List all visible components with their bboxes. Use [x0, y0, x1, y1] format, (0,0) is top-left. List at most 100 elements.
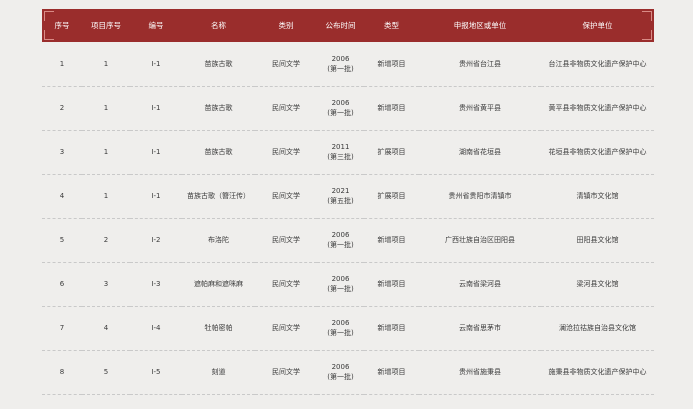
cell-region: 湖南省花垣县	[459, 148, 501, 156]
header-category: 类别	[278, 21, 294, 30]
cell-seq: 7	[59, 324, 65, 332]
cell-region: 贵州省黄平县	[459, 104, 501, 112]
cell-name: 刻道	[211, 368, 226, 376]
publish-year: 2011	[331, 143, 350, 151]
cell-seq: 2	[59, 104, 65, 112]
cell-protector: 田阳县文化馆	[576, 236, 619, 244]
cell-code: Ⅰ-3	[151, 280, 161, 288]
header-name: 名称	[211, 21, 226, 30]
cell-publish-time: 2011 (第三批)	[317, 130, 364, 174]
corner-ornament	[44, 11, 54, 21]
cell-project-seq: 1	[103, 59, 109, 68]
cell-project-seq: 3	[103, 280, 109, 288]
cell-region: 贵州省贵阳市清镇市	[448, 192, 512, 200]
cell-project-seq: 1	[103, 192, 109, 200]
publish-batch: (第一批)	[327, 373, 354, 381]
cell-code: Ⅰ-1	[151, 192, 161, 200]
table-row: 7 4 Ⅰ-4 牡帕密帕 民间文学 2006 (第一批) 新增项目 云南省思茅市 澜沧拉祜族自治县…	[42, 306, 654, 350]
cell-publish-time: 2006 (第一批)	[317, 306, 364, 350]
cell-name: 牡帕密帕	[204, 324, 233, 332]
cell-protector: 台江县非物质文化遗产保护中心	[548, 59, 647, 68]
cell-code: Ⅰ-1	[151, 59, 161, 68]
publish-batch: (第一批)	[327, 285, 354, 293]
cell-publish-time: 2006 (第一批)	[317, 262, 364, 306]
header-type: 类型	[384, 21, 399, 30]
header-project-seq: 项目序号	[91, 21, 121, 30]
cell-publish-time: 2021 (第五批)	[317, 174, 364, 218]
header-publish-time: 公布时间	[325, 21, 356, 30]
cell-code: Ⅰ-1	[151, 148, 161, 156]
cell-project-seq: 1	[103, 148, 109, 156]
cell-seq: 8	[59, 368, 65, 376]
cell-category: 民间文学	[272, 59, 300, 68]
cell-type: 扩展项目	[377, 192, 406, 200]
heritage-table: 序号 项目序号 编号 名称 类别 公布时间 类型 申报地区或单位 保护单位 1 1…	[42, 9, 654, 395]
header-protector: 保护单位	[541, 9, 654, 42]
cell-category: 民间文学	[272, 104, 300, 112]
cell-publish-time: 2006 (第一批)	[317, 350, 364, 394]
table-row: 4 1 Ⅰ-1 苗族古歌（簪汪传） 民间文学 2021 (第五批) 扩展项目 贵州省贵阳市清镇市…	[42, 174, 654, 218]
cell-type: 新增项目	[377, 368, 406, 376]
cell-type: 新增项目	[377, 324, 406, 332]
cell-project-seq: 5	[103, 368, 109, 376]
publish-batch: (第五批)	[327, 197, 354, 205]
cell-name: 苗族古歌（簪汪传）	[187, 192, 250, 200]
cell-name: 苗族古歌	[204, 148, 233, 156]
table-row: 8 5 Ⅰ-5 刻道 民间文学 2006 (第一批) 新增项目 贵州省施秉县 施秉县非物质文化遗产…	[42, 350, 654, 394]
cell-project-seq: 4	[103, 324, 109, 332]
cell-category: 民间文学	[272, 236, 300, 244]
corner-ornament	[642, 30, 652, 40]
publish-year: 2006	[331, 99, 350, 107]
corner-ornament	[642, 11, 652, 21]
publish-year: 2006	[331, 54, 350, 63]
cell-publish-time: 2006 (第一批)	[317, 42, 364, 86]
table-row: 5 2 Ⅰ-2 布洛陀 民间文学 2006 (第一批) 新增项目 广西壮族自治区田阳县 田阳县文化…	[42, 218, 654, 262]
publish-year: 2006	[331, 231, 350, 239]
table-header-row: 序号 项目序号 编号 名称 类别 公布时间 类型 申报地区或单位 保护单位	[42, 9, 654, 42]
cell-region: 贵州省台江县	[459, 59, 501, 68]
publish-batch: (第一批)	[327, 64, 354, 73]
corner-ornament	[44, 30, 54, 40]
cell-code: Ⅰ-1	[151, 104, 161, 112]
table-row: 3 1 Ⅰ-1 苗族古歌 民间文学 2011 (第三批) 扩展项目 湖南省花垣县 花垣县非物质文化…	[42, 130, 654, 174]
cell-protector: 澜沧拉祜族自治县文化馆	[559, 324, 636, 332]
cell-region: 广西壮族自治区田阳县	[445, 236, 515, 244]
cell-type: 新增项目	[377, 280, 406, 288]
publish-batch: (第一批)	[327, 109, 354, 117]
cell-category: 民间文学	[272, 280, 300, 288]
table-row: 2 1 Ⅰ-1 苗族古歌 民间文学 2006 (第一批) 新增项目 贵州省黄平县 黄平县非物质文化…	[42, 86, 654, 130]
cell-protector: 清镇市文化馆	[576, 192, 619, 200]
cell-category: 民间文学	[272, 192, 300, 200]
cell-seq: 5	[59, 236, 65, 244]
cell-publish-time: 2006 (第一批)	[317, 218, 364, 262]
cell-project-seq: 1	[103, 104, 109, 112]
header-code: 编号	[148, 21, 164, 30]
heritage-table-container: 序号 项目序号 编号 名称 类别 公布时间 类型 申报地区或单位 保护单位 1 1…	[42, 9, 654, 395]
table-row: 6 3 Ⅰ-3 遮帕麻和遮咪麻 民间文学 2006 (第一批) 新增项目 云南省梁河县 梁河县文化…	[42, 262, 654, 306]
cell-protector: 黄平县非物质文化遗产保护中心	[548, 104, 647, 112]
cell-seq: 1	[59, 59, 65, 68]
cell-code: Ⅰ-5	[151, 368, 161, 376]
cell-name: 布洛陀	[208, 236, 229, 244]
cell-type: 新增项目	[377, 104, 406, 112]
publish-batch: (第一批)	[327, 241, 354, 249]
cell-seq: 6	[59, 280, 65, 288]
cell-category: 民间文学	[272, 148, 300, 156]
cell-category: 民间文学	[272, 324, 300, 332]
cell-protector: 花垣县非物质文化遗产保护中心	[548, 148, 647, 156]
cell-type: 新增项目	[377, 59, 406, 68]
cell-type: 新增项目	[377, 236, 406, 244]
cell-seq: 4	[59, 192, 65, 200]
cell-name: 遮帕麻和遮咪麻	[194, 280, 243, 288]
header-region: 申报地区或单位	[453, 21, 507, 30]
cell-category: 民间文学	[272, 368, 300, 376]
cell-region: 云南省思茅市	[459, 324, 501, 332]
publish-year: 2006	[331, 363, 350, 371]
header-seq: 序号	[42, 9, 82, 42]
cell-protector: 施秉县非物质文化遗产保护中心	[548, 368, 647, 376]
publish-year: 2006	[331, 275, 350, 283]
cell-seq: 3	[59, 148, 65, 156]
table-row: 1 1 Ⅰ-1 苗族古歌 民间文学 2006 (第一批) 新增项目 贵州省台江县 台江县非物质文化…	[42, 42, 654, 86]
cell-publish-time: 2006 (第一批)	[317, 86, 364, 130]
cell-region: 云南省梁河县	[459, 280, 501, 288]
